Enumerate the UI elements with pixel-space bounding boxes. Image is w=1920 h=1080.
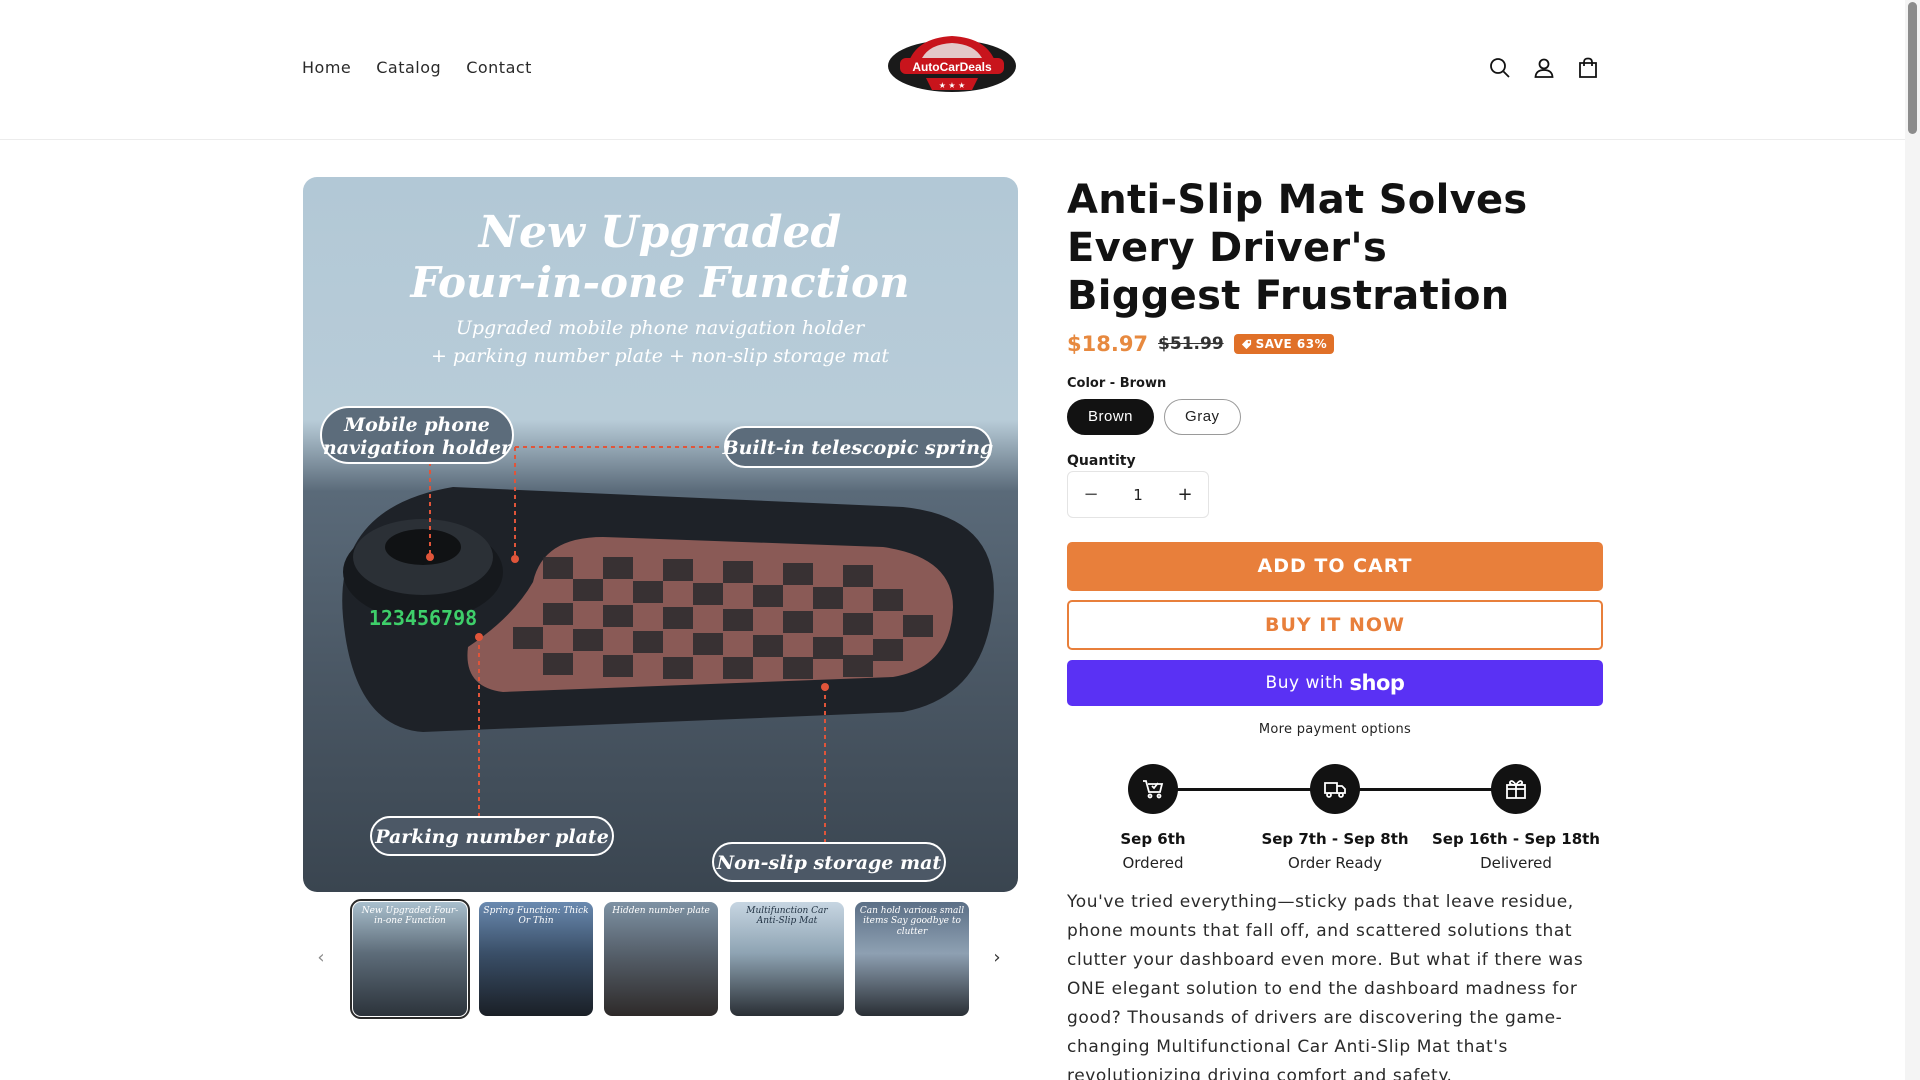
svg-text:★ ★ ★: ★ ★ ★ (939, 81, 966, 90)
quantity-stepper: − 1 + (1067, 471, 1209, 518)
timeline-step-ordered: Sep 6th Ordered (1058, 764, 1248, 872)
quantity-label: Quantity (1067, 453, 1136, 469)
shop-pay-logo: shop (1349, 671, 1405, 695)
nav-catalog[interactable]: Catalog (376, 58, 441, 77)
thumbnail-2[interactable]: Spring Function: Thick Or Thin (479, 902, 593, 1016)
timeline-label: Delivered (1480, 854, 1552, 872)
main-nav: Home Catalog Contact (302, 58, 532, 77)
image-sub-2: + parking number plate + non-slip storag… (431, 345, 889, 367)
timeline-label: Ordered (1122, 854, 1184, 872)
thumbnail-slider: ‹ New Upgraded Four-in-one Function Spri… (303, 899, 1018, 1019)
thumbnail-caption: Hidden number plate (612, 906, 710, 916)
cart-check-icon (1128, 764, 1178, 814)
account-icon[interactable] (1532, 56, 1556, 80)
image-sub-1: Upgraded mobile phone navigation holder (456, 317, 866, 339)
original-price: $51.99 (1158, 334, 1224, 354)
color-options: Brown Gray (1067, 399, 1241, 435)
image-headline-1: New Upgraded (477, 207, 842, 258)
timeline-date: Sep 6th (1120, 830, 1186, 848)
shop-pay-button[interactable]: Buy with shop (1067, 660, 1603, 706)
callout-phone-2: navigation holder (323, 437, 513, 459)
timeline-date: Sep 7th - Sep 8th (1261, 830, 1409, 848)
buy-it-now-button[interactable]: BUY IT NOW (1067, 600, 1603, 650)
chevron-right-icon[interactable]: › (987, 948, 1007, 968)
tag-icon (1241, 339, 1251, 349)
quantity-decrease-button[interactable]: − (1068, 472, 1114, 517)
chevron-left-icon[interactable]: ‹ (311, 948, 331, 968)
thumbnail-4[interactable]: Multifunction Car Anti-Slip Mat (730, 902, 844, 1016)
callout-phone-1: Mobile phone (343, 414, 490, 436)
callout-plate: Parking number plate (374, 826, 609, 848)
price-row: $18.97 $51.99 SAVE 63% (1067, 332, 1335, 356)
timeline-label: Order Ready (1288, 854, 1382, 872)
callout-spring: Built-in telescopic spring (722, 437, 994, 459)
sale-price: $18.97 (1067, 332, 1149, 356)
nav-contact[interactable]: Contact (466, 58, 532, 77)
thumbnail-5[interactable]: Can hold various small items Say goodbye… (855, 902, 969, 1016)
product-title: Anti-Slip Mat Solves Every Driver's Bigg… (1067, 177, 1528, 319)
add-to-cart-button[interactable]: ADD TO CART (1067, 542, 1603, 591)
thumbnail-caption: Spring Function: Thick Or Thin (483, 906, 589, 927)
site-header: Home Catalog Contact AutoCarDeals ★ ★ ★ (0, 0, 1905, 140)
color-label: Color - Brown (1067, 376, 1167, 391)
thumbnail-3[interactable]: Hidden number plate (604, 902, 718, 1016)
quantity-increase-button[interactable]: + (1162, 472, 1208, 517)
quantity-input[interactable]: 1 (1114, 486, 1162, 504)
product-description: You've tried everything—sticky pads that… (1067, 892, 1584, 1080)
thumbnail-caption: Multifunction Car Anti-Slip Mat (746, 906, 828, 927)
truck-icon (1310, 764, 1360, 814)
search-icon[interactable] (1488, 56, 1512, 80)
nav-home[interactable]: Home (302, 58, 351, 77)
store-logo[interactable]: AutoCarDeals ★ ★ ★ (886, 28, 1018, 98)
callout-mat: Non-slip storage mat (716, 852, 942, 874)
color-option-brown[interactable]: Brown (1067, 399, 1155, 435)
product-main-image[interactable]: 123456798 New Upgraded Four-in-one Funct… (303, 177, 1018, 892)
scrollbar-thumb[interactable] (1908, 2, 1917, 134)
gift-icon (1491, 764, 1541, 814)
header-icon-group (1488, 56, 1600, 80)
thumbnail-caption: New Upgraded Four-in-one Function (361, 906, 459, 927)
save-badge-text: SAVE 63% (1255, 337, 1328, 351)
cart-icon[interactable] (1576, 56, 1600, 80)
shop-pay-prefix: Buy with (1265, 673, 1344, 693)
more-payment-options-link[interactable]: More payment options (1067, 722, 1603, 737)
timeline-step-delivered: Sep 16th - Sep 18th Delivered (1421, 764, 1611, 872)
logo-text: AutoCarDeals (912, 60, 992, 74)
plate-digits: 123456798 (369, 606, 477, 630)
thumbnail-caption: Can hold various small items Say goodbye… (859, 906, 965, 937)
save-badge: SAVE 63% (1233, 334, 1335, 354)
image-headline-2: Four-in-one Function (409, 258, 909, 307)
timeline-date: Sep 16th - Sep 18th (1432, 830, 1600, 848)
color-option-gray[interactable]: Gray (1164, 399, 1241, 435)
page-scrollbar[interactable] (1905, 0, 1920, 1080)
thumbnail-1[interactable]: New Upgraded Four-in-one Function (350, 899, 470, 1019)
timeline-step-ready: Sep 7th - Sep 8th Order Ready (1240, 764, 1430, 872)
